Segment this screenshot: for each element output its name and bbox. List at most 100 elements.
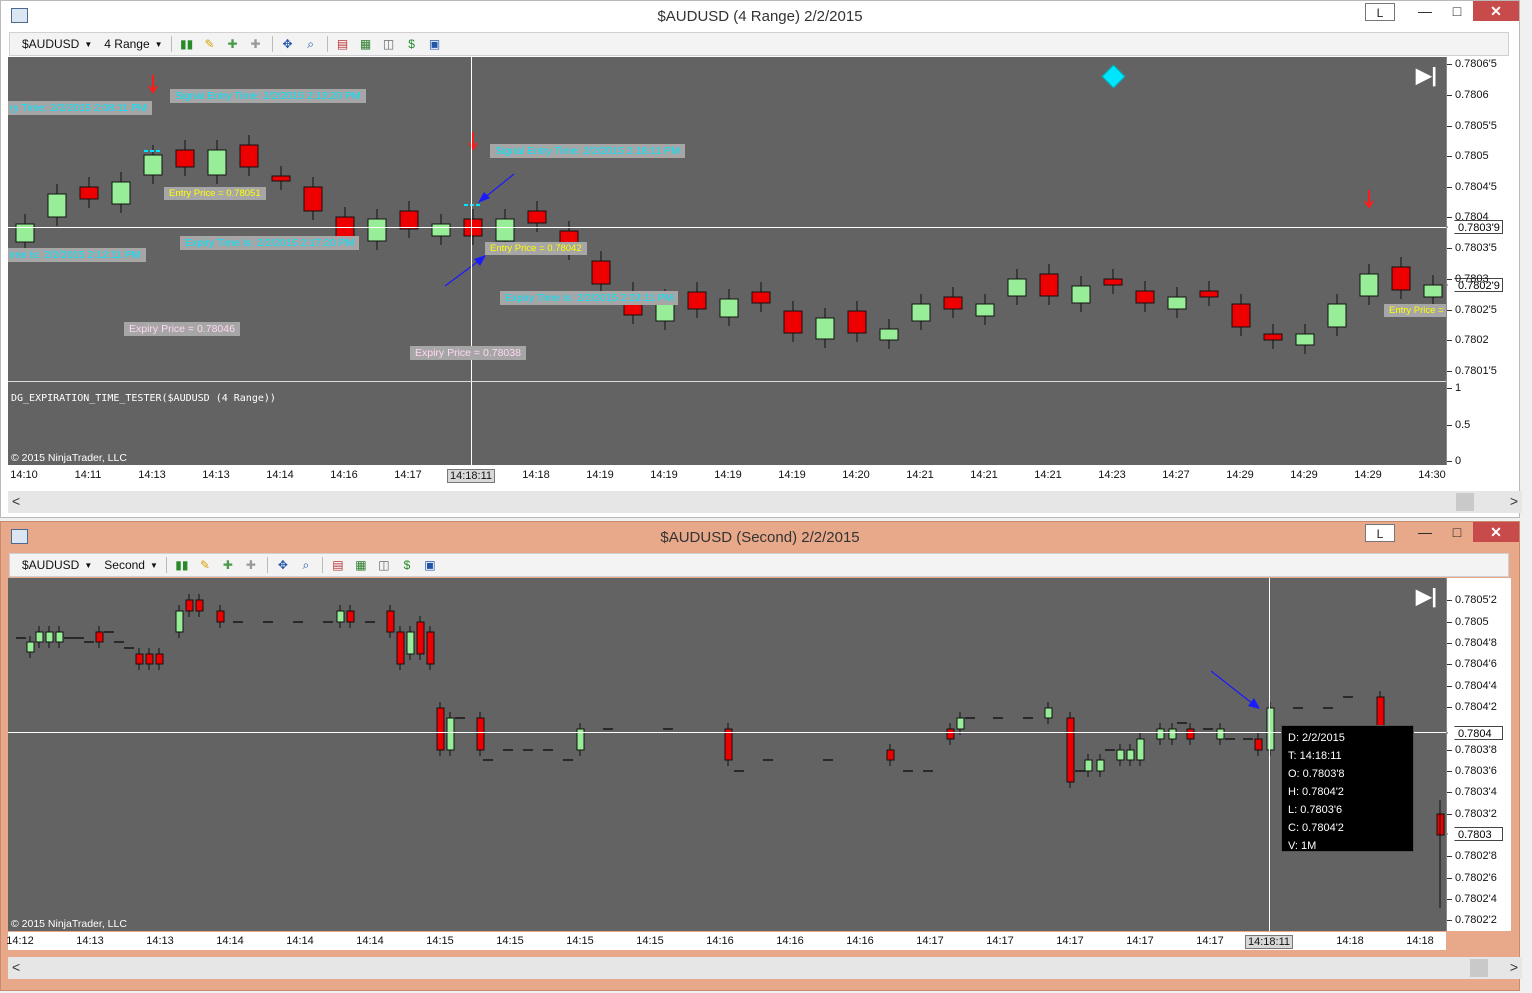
time-tick: 14:18 xyxy=(522,469,550,481)
time-axis[interactable]: 14:10 14:11 14:13 14:13 14:14 14:16 14:17 14:18… xyxy=(8,466,1446,484)
bar-type-icon[interactable]: ▮▮ xyxy=(174,558,190,572)
candle-body xyxy=(783,310,803,334)
indicators-icon[interactable]: ▤ xyxy=(330,558,346,572)
candle-body xyxy=(1186,728,1195,740)
toolbar-separator xyxy=(271,36,273,52)
pencil-icon[interactable]: ✎ xyxy=(197,558,213,572)
crosshair-icon[interactable]: ✥ xyxy=(275,558,291,572)
scroll-to-end-icon[interactable]: ▶| xyxy=(1416,63,1437,88)
link-button[interactable]: L xyxy=(1365,3,1395,21)
instrument-selector[interactable]: $AUDUSD ▼ xyxy=(22,37,92,51)
dollar-icon[interactable]: $ xyxy=(399,558,415,572)
time-tick: 14:13 xyxy=(146,935,174,947)
horizontal-scrollbar[interactable]: < > xyxy=(8,491,1522,513)
candle-body xyxy=(943,296,963,310)
scroll-left-icon[interactable]: < xyxy=(12,493,20,509)
instrument-selector[interactable]: $AUDUSD ▼ xyxy=(22,558,92,572)
zoom-out-icon[interactable]: ✚ xyxy=(248,37,264,51)
strategies-icon[interactable]: ▦ xyxy=(358,37,374,51)
scroll-right-icon[interactable]: > xyxy=(1510,493,1518,509)
signal-entry-label: ry Time: 2/2/2015 2:08:11 PM xyxy=(8,101,152,115)
title-bar[interactable]: $AUDUSD (4 Range) 2/2/2015 L — □ ✕ xyxy=(1,1,1519,31)
time-tick: 14:13 xyxy=(202,469,230,481)
dollar-icon[interactable]: $ xyxy=(404,37,420,51)
price-tick: 0.7805'2 xyxy=(1447,594,1497,606)
window-buttons: L — □ ✕ xyxy=(1365,1,1519,23)
second-price-panel[interactable]: © 2015 NinjaTrader, LLC ▶| xyxy=(8,578,1446,931)
chevron-down-icon: ▼ xyxy=(84,560,93,570)
time-tick: 14:23 xyxy=(1098,469,1126,481)
price-tick: 0 xyxy=(1447,455,1461,467)
candle-body xyxy=(476,717,485,751)
candle-body xyxy=(336,610,345,623)
magnifier-icon[interactable]: ⌕ xyxy=(298,558,314,572)
minimize-button[interactable]: — xyxy=(1409,1,1441,21)
toolbar-separator xyxy=(321,557,323,573)
time-tick: 14:19 xyxy=(586,469,614,481)
scroll-thumb[interactable] xyxy=(1470,959,1488,977)
blue-arrow-icon xyxy=(478,192,490,203)
time-tick: 14:21 xyxy=(1034,469,1062,481)
price-axis[interactable]: 0.7803'9 0.7802'9 0.7806'5 0.7806 0.7805'5… xyxy=(1446,57,1511,467)
close-button[interactable]: ✕ xyxy=(1473,1,1519,21)
candle-body xyxy=(1007,278,1027,297)
candle-body xyxy=(1263,333,1283,341)
time-tick: 14:18 xyxy=(1336,935,1364,947)
time-tick: 14:14 xyxy=(266,469,294,481)
price-axis[interactable]: 0.7804 0.7803 0.7805'2 0.7805 0.7804'8 0.78… xyxy=(1446,578,1511,931)
strategies-icon[interactable]: ▦ xyxy=(353,558,369,572)
price-tick: 0.7802'8 xyxy=(1447,850,1497,862)
horizontal-scrollbar[interactable]: < > xyxy=(8,957,1522,979)
zoom-in-icon[interactable]: ✚ xyxy=(225,37,241,51)
candle-body xyxy=(975,303,995,317)
candle-body xyxy=(815,317,835,340)
candle-body xyxy=(239,144,259,168)
candle-body xyxy=(946,728,955,740)
scroll-thumb[interactable] xyxy=(1456,493,1474,511)
second-candles xyxy=(16,594,1445,908)
data-series-icon[interactable]: ◫ xyxy=(381,37,397,51)
tooltip-high: H: 0.7804'2 xyxy=(1288,786,1344,798)
price-tick: 0.7805'5 xyxy=(1447,120,1497,132)
data-series-icon[interactable]: ◫ xyxy=(376,558,392,572)
time-tick: 14:16 xyxy=(846,935,874,947)
time-tick: 14:13 xyxy=(138,469,166,481)
time-tick: 14:16 xyxy=(776,935,804,947)
bar-type-icon[interactable]: ▮▮ xyxy=(179,37,195,51)
time-tick: 14:30 xyxy=(1418,469,1446,481)
properties-icon[interactable]: ▣ xyxy=(427,37,443,51)
price-tick: 0.5 xyxy=(1447,419,1470,431)
title-bar[interactable]: $AUDUSD (Second) 2/2/2015 L — □ ✕ xyxy=(1,522,1519,552)
price-tick: 0.7803 xyxy=(1447,273,1489,285)
candle-body xyxy=(956,717,965,730)
indicators-icon[interactable]: ▤ xyxy=(335,37,351,51)
candle-body xyxy=(436,707,445,751)
properties-icon[interactable]: ▣ xyxy=(422,558,438,572)
minimize-button[interactable]: — xyxy=(1409,522,1441,542)
magnifier-icon[interactable]: ⌕ xyxy=(303,37,319,51)
tooltip-open: O: 0.7803'8 xyxy=(1288,768,1345,780)
maximize-button[interactable]: □ xyxy=(1441,1,1473,21)
crosshair-icon[interactable]: ✥ xyxy=(280,37,296,51)
zoom-in-icon[interactable]: ✚ xyxy=(220,558,236,572)
scroll-right-icon[interactable]: > xyxy=(1510,959,1518,975)
range-price-panel[interactable]: ry Time: 2/2/2015 2:08:11 PM Signal Entr… xyxy=(8,57,1446,465)
expiry-price-label: Expiry Price = 0.78046 xyxy=(124,322,240,336)
close-button[interactable]: ✕ xyxy=(1473,522,1519,542)
time-axis[interactable]: 14:12 14:13 14:13 14:14 14:14 14:14 14:15 14:15… xyxy=(6,932,1446,950)
scroll-left-icon[interactable]: < xyxy=(12,959,20,975)
candle-body xyxy=(271,175,291,182)
scroll-to-end-icon[interactable]: ▶| xyxy=(1416,584,1437,609)
price-tick: 0.7805 xyxy=(1447,150,1489,162)
period-selector[interactable]: 4 Range ▼ xyxy=(104,37,162,51)
pencil-icon[interactable]: ✎ xyxy=(202,37,218,51)
crosshair-vertical xyxy=(471,57,472,465)
link-button[interactable]: L xyxy=(1365,524,1395,542)
time-tick: 14:15 xyxy=(636,935,664,947)
candle-body xyxy=(55,631,64,643)
maximize-button[interactable]: □ xyxy=(1441,522,1473,542)
period-selector[interactable]: Second ▼ xyxy=(104,558,158,572)
candle-body xyxy=(1156,728,1165,740)
time-tick: 14:16 xyxy=(706,935,734,947)
zoom-out-icon[interactable]: ✚ xyxy=(243,558,259,572)
